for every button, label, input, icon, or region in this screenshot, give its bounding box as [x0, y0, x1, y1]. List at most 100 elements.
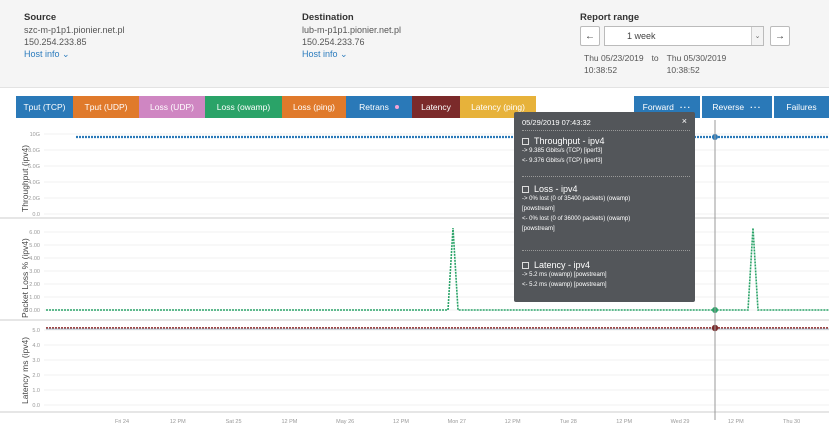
source-ip: 150.254.233.85: [24, 37, 87, 47]
tick-label: 5.00: [29, 243, 40, 249]
tab-latency[interactable]: Latency: [412, 96, 460, 118]
x-tick-label: Wed 29: [671, 419, 690, 425]
x-tick-label: Mon 27: [448, 419, 466, 425]
timeseries-chart[interactable]: 10G8.0G6.0G4.0G2.0G0.0 6.00 5.00 4.00 3.00 2…: [0, 120, 829, 430]
destination-host-info-link[interactable]: Host info ⌄: [302, 48, 401, 60]
tooltip-line: <- 5.2 ms (owamp) [powstream]: [522, 282, 607, 288]
tooltip-loss-section: Loss - ipv4 -> 0% lost (0 of 35400 packe…: [522, 184, 690, 234]
destination-ip: 150.254.233.76: [302, 37, 365, 47]
source-host-info-link[interactable]: Host info ⌄: [24, 48, 125, 60]
x-tick-label: Fri 24: [115, 419, 129, 425]
tick-label: 4.0: [32, 343, 40, 349]
loss-axis-label: Packet Loss % (ipv4): [20, 238, 30, 318]
tab-label: Latency (ping): [471, 102, 525, 112]
tick-label: 3.0: [32, 358, 40, 364]
tooltip-divider: [522, 130, 690, 131]
tooltip-line: -> 0% lost (0 of 35400 packets) (owamp): [522, 196, 631, 202]
tick-label: 2.00: [29, 282, 40, 288]
tick-label: 0.0: [32, 212, 40, 218]
tooltip-line: <- 0% lost (0 of 36000 packets) (owamp): [522, 216, 631, 222]
tab-failures[interactable]: Failures: [774, 96, 829, 118]
tooltip-throughput-title: Throughput - ipv4: [534, 136, 605, 146]
prev-range-button[interactable]: ←: [580, 26, 600, 46]
x-tick-label: May 26: [336, 419, 354, 425]
tick-label: 0.0: [32, 403, 40, 409]
collapse-icon[interactable]: [522, 137, 529, 145]
range-selected-value: 1 week: [627, 31, 656, 41]
tooltip-latency-section: Latency - ipv4 -> 5.2 ms (owamp) [powstr…: [522, 260, 690, 290]
tab-label: Loss (UDP): [150, 102, 194, 112]
range-to-word: to: [651, 53, 659, 63]
x-tick-label: Thu 30: [783, 419, 800, 425]
tab-loss-ping[interactable]: Loss (ping): [282, 96, 346, 118]
range-controls: ← 1 week ⌄ →: [580, 26, 790, 46]
x-tick-label: 12 PM: [616, 419, 632, 425]
tab-label: Loss (owamp): [216, 102, 271, 112]
tab-label: Latency: [421, 102, 451, 112]
x-tick-labels: Fri 24 12 PM Sat 25 12 PM May 26 12 PM Mon 27 1…: [115, 419, 800, 425]
tick-label: 4.00: [29, 256, 40, 262]
tab-tput-tcp[interactable]: Tput (TCP): [16, 96, 73, 118]
loss-tick-labels: 6.00 5.00 4.00 3.00 2.00 1.00 0.00: [29, 230, 829, 314]
source-title: Source: [24, 12, 57, 23]
tab-loss-udp[interactable]: Loss (UDP): [139, 96, 205, 118]
tick-label: 6.00: [29, 230, 40, 236]
tab-label: Failures: [786, 102, 817, 112]
report-header: Source szc-m-p1p1.pionier.net.pl 150.254…: [0, 0, 829, 88]
tooltip-loss-title: Loss - ipv4: [534, 184, 578, 194]
tick-label: 2.0: [32, 373, 40, 379]
tab-tput-udp[interactable]: Tput (UDP): [73, 96, 139, 118]
tab-label: Tput (TCP): [23, 102, 66, 112]
more-icon: ···: [750, 102, 762, 112]
latency-axis-label: Latency ms (ipv4): [20, 336, 30, 404]
tooltip-timestamp: 05/29/2019 07:43:32: [522, 118, 591, 127]
tooltip-line: -> 9.385 Gbits/s (TCP) [iperf3]: [522, 148, 603, 154]
tab-loss-owamp[interactable]: Loss (owamp): [205, 96, 282, 118]
tab-label: Retrans: [359, 102, 389, 112]
destination-panel: Destination lub-m-p1p1.pionier.net.pl 15…: [302, 12, 401, 60]
tooltip-divider: [522, 176, 690, 177]
range-to-date: Thu 05/30/2019: [666, 53, 727, 63]
retrans-dot-icon: [394, 105, 399, 109]
tooltip-line: <- 9.376 Gbits/s (TCP) [iperf3]: [522, 158, 603, 164]
tooltip-line: [powstream]: [522, 226, 555, 232]
throughput-axis-label: Throughput (ipv4): [20, 144, 30, 212]
destination-host: lub-m-p1p1.pionier.net.pl: [302, 25, 402, 35]
tab-retrans[interactable]: Retrans: [346, 96, 412, 118]
tooltip-latency-title: Latency - ipv4: [534, 260, 591, 270]
tick-label: 10G: [30, 132, 40, 138]
report-range-title: Report range: [580, 12, 639, 24]
range-dates: Thu 05/23/2019 to Thu 05/30/2019 10:38:5…: [584, 52, 726, 76]
perfsonar-report: Source szc-m-p1p1.pionier.net.pl 150.254…: [0, 0, 829, 430]
loss-line: [46, 227, 829, 311]
x-tick-label: Sat 25: [226, 419, 242, 425]
source-panel: Source szc-m-p1p1.pionier.net.pl 150.254…: [24, 12, 125, 60]
x-tick-label: 12 PM: [393, 419, 409, 425]
tab-label: Forward: [642, 102, 674, 112]
tooltip-throughput-section: Throughput - ipv4 -> 9.385 Gbits/s (TCP)…: [522, 136, 690, 166]
x-tick-label: Tue 28: [560, 419, 577, 425]
tab-reverse[interactable]: Reverse ···: [702, 96, 772, 118]
collapse-icon[interactable]: [522, 261, 529, 269]
tab-label: Loss (ping): [292, 102, 336, 112]
tooltip-line: -> 5.2 ms (owamp) [powstream]: [522, 272, 607, 278]
range-from-date: Thu 05/23/2019: [584, 53, 644, 63]
tab-label: Tput (UDP): [84, 102, 128, 112]
x-tick-label: 12 PM: [505, 419, 521, 425]
range-to-time: 10:38:52: [666, 65, 700, 75]
more-icon: ···: [679, 102, 692, 112]
x-tick-label: 12 PM: [281, 419, 297, 425]
tick-label: 5.0: [32, 328, 40, 334]
hover-tooltip: 05/29/2019 07:43:32 × Throughput - ipv4 …: [514, 112, 695, 302]
tab-label: Reverse: [712, 102, 745, 112]
chevron-down-icon: ⌄: [751, 27, 763, 45]
collapse-icon[interactable]: [522, 185, 529, 193]
range-select[interactable]: 1 week ⌄: [604, 26, 764, 46]
close-icon[interactable]: ×: [682, 116, 687, 126]
next-range-button[interactable]: →: [770, 26, 790, 46]
latency-tick-labels: 5.0 4.0 3.0 2.0 1.0 0.0: [32, 328, 829, 409]
tooltip-divider: [522, 250, 690, 251]
tick-label: 0.00: [29, 308, 40, 314]
x-tick-label: 12 PM: [728, 419, 744, 425]
report-range-label: Report range: [580, 12, 640, 23]
